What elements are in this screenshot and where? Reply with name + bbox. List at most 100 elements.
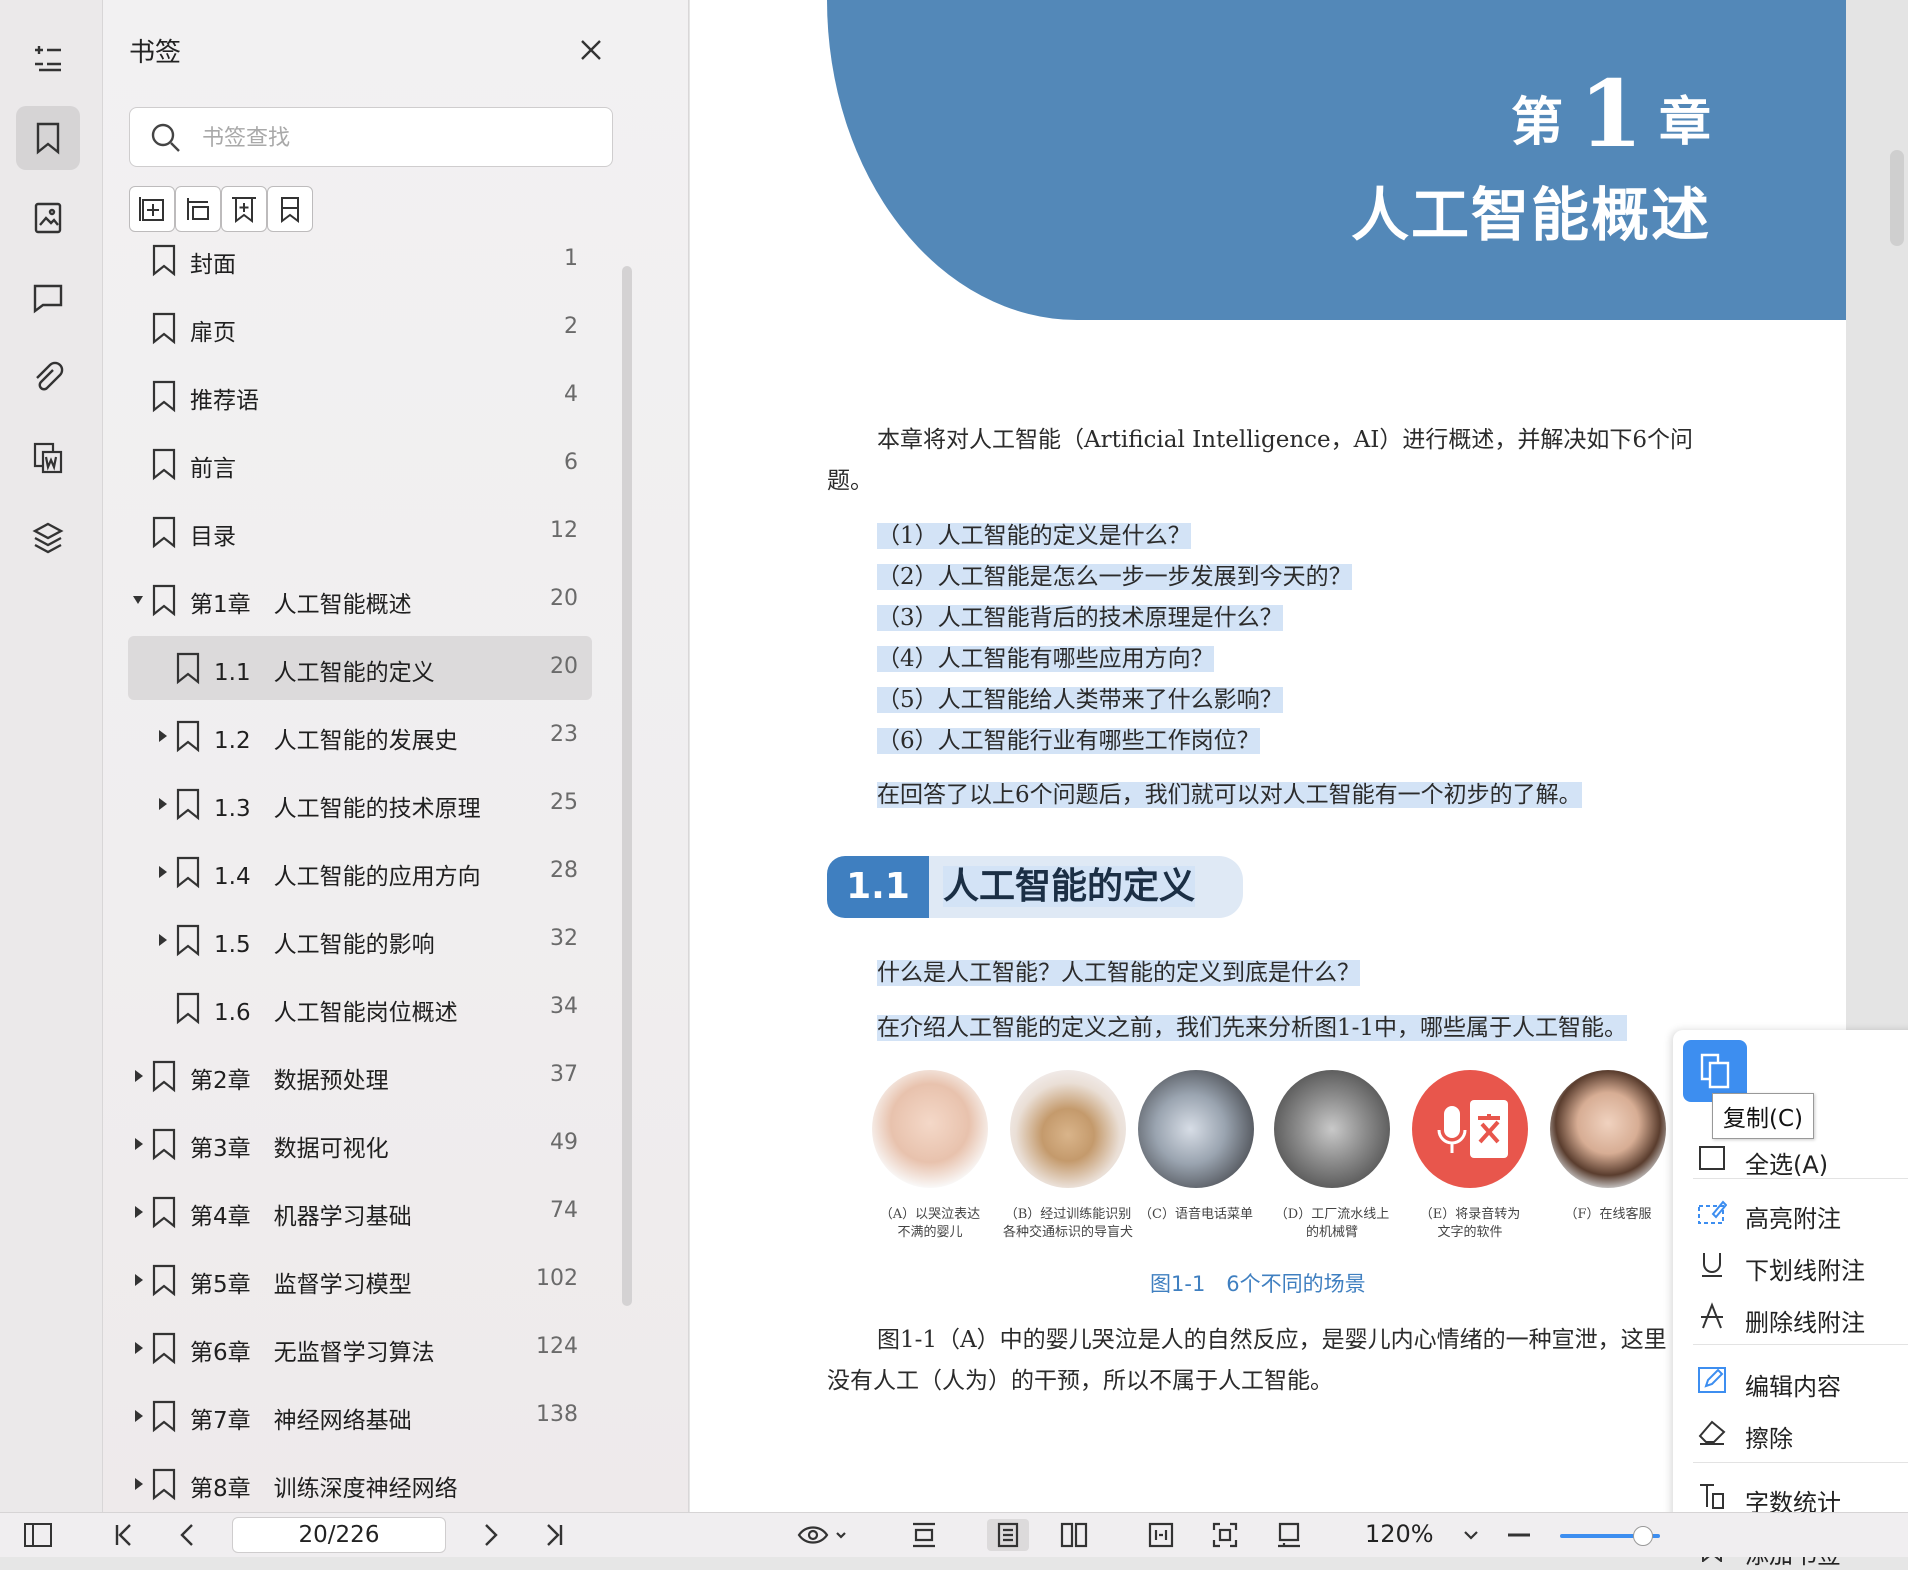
- figure-image-phone: [1138, 1070, 1254, 1188]
- bookmark-icon: [152, 1060, 176, 1093]
- comment-icon[interactable]: [16, 266, 80, 330]
- two-page-button[interactable]: [1058, 1519, 1090, 1551]
- strikethrough-icon: [1701, 1302, 1723, 1329]
- bookmark-item[interactable]: 扉页 2: [128, 296, 592, 360]
- bookmark-item[interactable]: 第6章 无监督学习算法 124: [128, 1316, 592, 1380]
- bookmark-item[interactable]: 第8章 训练深度神经网络: [128, 1452, 592, 1512]
- bookmark-label: 前言: [190, 456, 236, 482]
- bookmark-icon: [152, 244, 176, 277]
- menu-item-strikethrough[interactable]: 删除线附注: [1673, 1294, 1908, 1338]
- prev-page-button[interactable]: [172, 1519, 204, 1551]
- bookmark-label: 第8章 训练深度神经网络: [190, 1476, 458, 1502]
- caret-right-icon[interactable]: [156, 933, 168, 947]
- caret-right-icon[interactable]: [132, 1137, 144, 1151]
- bookmark-item[interactable]: 封面 1: [128, 228, 592, 292]
- bookmark-item[interactable]: 1.4 人工智能的应用方向 28: [128, 840, 592, 904]
- caret-right-icon[interactable]: [132, 1273, 144, 1287]
- document-scrollbar[interactable]: [1890, 150, 1904, 246]
- question-line: （6）人工智能行业有哪些工作岗位？: [877, 728, 1260, 754]
- bookmark-item[interactable]: 第3章 数据可视化 49: [128, 1112, 592, 1176]
- single-page-icon: [997, 1522, 1019, 1548]
- caret-right-icon[interactable]: [156, 797, 168, 811]
- attachment-icon[interactable]: [16, 346, 80, 410]
- add-bookmark-button[interactable]: [129, 186, 175, 232]
- close-panel-button[interactable]: [573, 32, 609, 68]
- bookmark-toggle-button[interactable]: [267, 186, 313, 232]
- bookmark-page-number: 2: [564, 314, 578, 339]
- add-child-bookmark-button[interactable]: [175, 186, 221, 232]
- first-page-button[interactable]: [108, 1519, 140, 1551]
- outline-icon[interactable]: [16, 25, 80, 89]
- caret-right-icon[interactable]: [132, 1409, 144, 1423]
- insert-bookmark-button[interactable]: [221, 186, 267, 232]
- single-page-button[interactable]: [987, 1519, 1029, 1551]
- panel-scrollbar[interactable]: [622, 266, 632, 1306]
- figure-image-customer-service: [1550, 1070, 1666, 1188]
- bookmark-label: 目录: [190, 524, 236, 550]
- fit-height-button[interactable]: [908, 1519, 940, 1551]
- fit-width-icon: [1148, 1522, 1174, 1548]
- menu-item-eraser[interactable]: 擦除: [1673, 1410, 1908, 1454]
- bookmark-item[interactable]: 1.3 人工智能的技术原理 25: [128, 772, 592, 836]
- word-count-icon: [1700, 1484, 1724, 1509]
- bookmark-search-box[interactable]: [129, 107, 613, 167]
- fit-width-button[interactable]: [1145, 1519, 1177, 1551]
- zoom-out-button[interactable]: [1503, 1519, 1535, 1551]
- caret-right-icon[interactable]: [156, 729, 168, 743]
- word-convert-icon[interactable]: [16, 426, 80, 490]
- bookmark-page-number: 37: [550, 1062, 578, 1087]
- chapter-title: 人工智能概述: [1350, 181, 1711, 249]
- bookmark-item[interactable]: 目录 12: [128, 500, 592, 564]
- bookmark-page-number: 25: [550, 790, 578, 815]
- bookmark-item[interactable]: 推荐语 4: [128, 364, 592, 428]
- page-number-input[interactable]: [232, 1517, 446, 1553]
- bookmark-item[interactable]: 1.2 人工智能的发展史 23: [128, 704, 592, 768]
- caret-right-icon[interactable]: [132, 1069, 144, 1083]
- bookmark-item[interactable]: 前言 6: [128, 432, 592, 496]
- view-mode-button[interactable]: [795, 1519, 851, 1551]
- menu-item-select-all[interactable]: 全选(A): [1673, 1136, 1908, 1180]
- bookmark-icon[interactable]: [16, 106, 80, 170]
- menu-item-underline[interactable]: 下划线附注: [1673, 1242, 1908, 1286]
- caret-right-icon[interactable]: [132, 1477, 144, 1491]
- bookmark-label: 扉页: [190, 320, 236, 346]
- menu-item-highlight[interactable]: 高亮附注: [1673, 1190, 1908, 1234]
- add-bookmark-icon: [139, 197, 164, 221]
- bookmark-item[interactable]: 第1章 人工智能概述 20: [128, 568, 592, 632]
- thumbnail-icon[interactable]: [16, 186, 80, 250]
- caret-down-icon[interactable]: [132, 593, 144, 607]
- bookmark-search-input[interactable]: [200, 118, 594, 158]
- caret-right-icon[interactable]: [132, 1205, 144, 1219]
- fit-height-icon: [913, 1522, 935, 1548]
- zoom-slider[interactable]: [1560, 1526, 1660, 1546]
- caret-right-icon[interactable]: [132, 1341, 144, 1355]
- rotate-button[interactable]: [1273, 1519, 1305, 1551]
- bookmark-item[interactable]: 1.6 人工智能岗位概述 34: [128, 976, 592, 1040]
- paragraph: 什么是人工智能？人工智能的定义到底是什么？: [877, 960, 1360, 986]
- layers-icon[interactable]: [16, 506, 80, 570]
- bookmark-item[interactable]: 第4章 机器学习基础 74: [128, 1180, 592, 1244]
- zoom-slider-handle[interactable]: [1633, 1526, 1653, 1546]
- select-all-icon: [1699, 1146, 1725, 1170]
- highlight-icon: [1698, 1200, 1727, 1224]
- zoom-dropdown[interactable]: [1455, 1519, 1487, 1551]
- question-line: （3）人工智能背后的技术原理是什么？: [877, 605, 1283, 631]
- eraser-icon: [1698, 1420, 1726, 1445]
- bookmark-item[interactable]: 第7章 神经网络基础 138: [128, 1384, 592, 1448]
- fit-page-button[interactable]: [1209, 1519, 1241, 1551]
- bookmark-icon: [152, 312, 176, 345]
- bookmark-item[interactable]: 第5章 监督学习模型 102: [128, 1248, 592, 1312]
- bookmark-item[interactable]: 1.1 人工智能的定义 20: [128, 636, 592, 700]
- last-page-button[interactable]: [538, 1519, 570, 1551]
- bookmark-icon: [176, 720, 200, 753]
- bookmark-icon: [152, 1332, 176, 1365]
- menu-item-edit-content[interactable]: 编辑内容: [1673, 1358, 1908, 1402]
- close-icon: [581, 40, 601, 60]
- toggle-sidebar-button[interactable]: [22, 1519, 54, 1551]
- zoom-level[interactable]: 120%: [1365, 1520, 1434, 1548]
- bookmark-item[interactable]: 第2章 数据预处理 37: [128, 1044, 592, 1108]
- next-page-button[interactable]: [474, 1519, 506, 1551]
- bookmark-item[interactable]: 1.5 人工智能的影响 32: [128, 908, 592, 972]
- caret-right-icon[interactable]: [156, 865, 168, 879]
- bookmark-page-number: 28: [550, 858, 578, 883]
